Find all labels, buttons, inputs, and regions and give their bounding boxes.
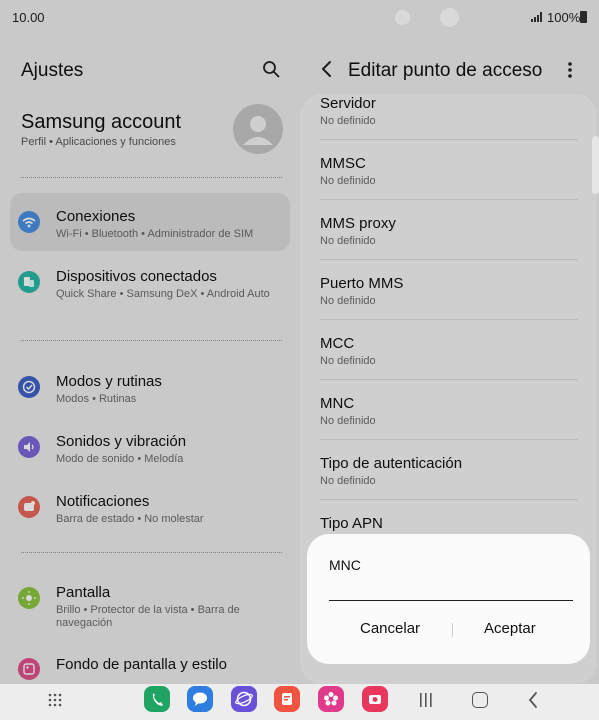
messages-app-icon[interactable]: [187, 686, 213, 712]
dialog-title: MNC: [329, 557, 361, 573]
accept-button[interactable]: Aceptar: [484, 620, 536, 637]
mnc-dialog: MNC Cancelar Aceptar: [307, 534, 590, 664]
navigation-bar: [0, 684, 599, 720]
camera-app-icon[interactable]: [362, 686, 388, 712]
scroll-handle[interactable]: [592, 136, 599, 194]
divider: [452, 623, 453, 637]
notes-app-icon[interactable]: [274, 686, 300, 712]
recent-apps-icon[interactable]: [419, 692, 433, 708]
mnc-input[interactable]: [329, 582, 573, 601]
cancel-button[interactable]: Cancelar: [360, 620, 420, 637]
gallery-app-icon[interactable]: [318, 686, 344, 712]
app-drawer-icon[interactable]: [47, 692, 63, 708]
nav-back-icon[interactable]: [527, 691, 539, 709]
internet-app-icon[interactable]: [231, 686, 257, 712]
home-icon[interactable]: [472, 692, 488, 708]
phone-app-icon[interactable]: [144, 686, 170, 712]
